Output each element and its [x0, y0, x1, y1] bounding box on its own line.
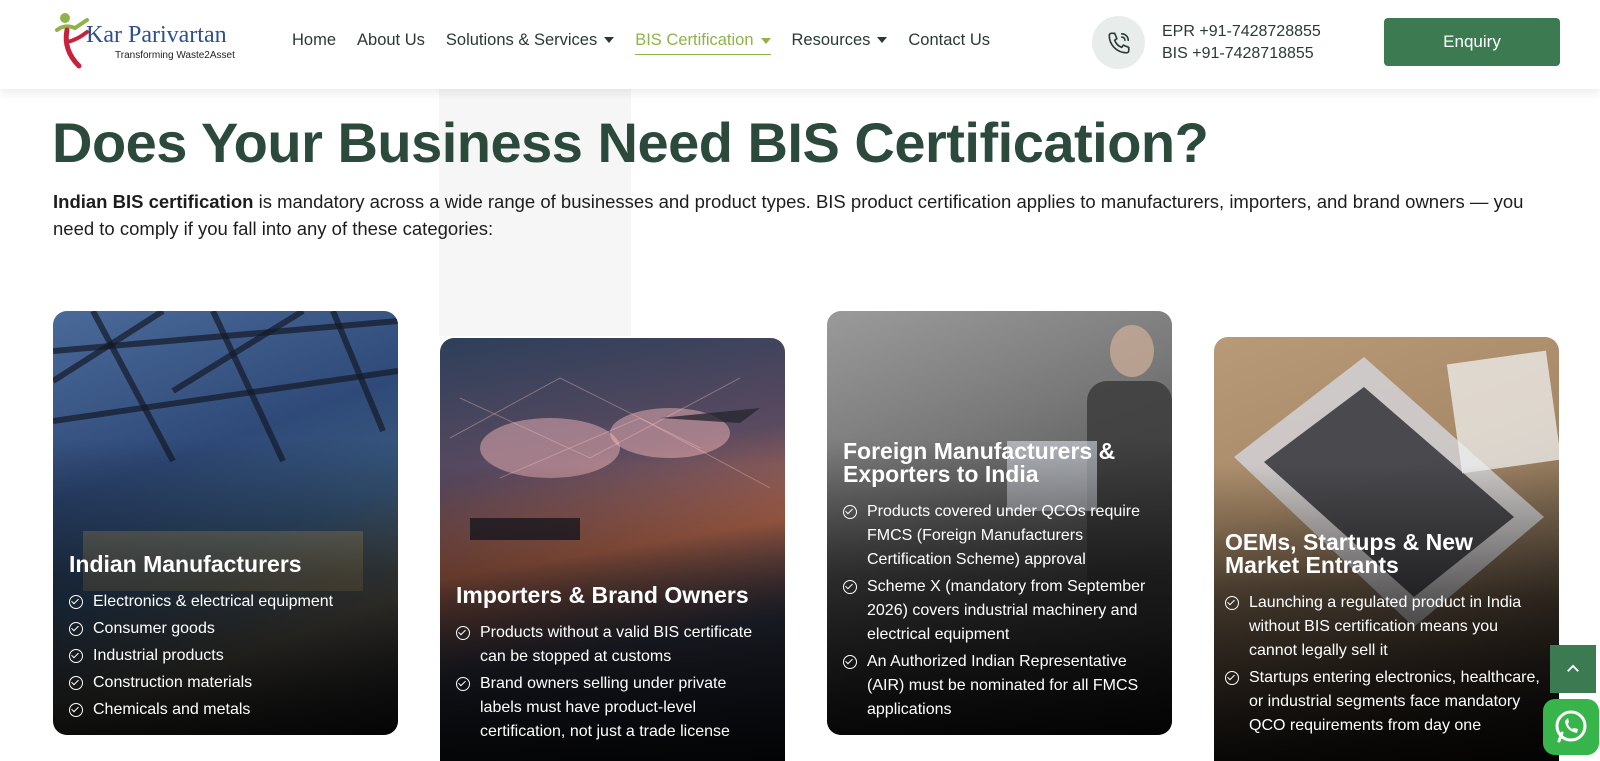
nav-bis-certification[interactable]: BIS Certification: [635, 31, 771, 55]
nav-resources-label: Resources: [791, 30, 871, 49]
logo-tagline: Transforming Waste2Asset: [115, 50, 235, 61]
intro-bold: Indian BIS certification: [53, 191, 254, 212]
list-item: Brand owners selling under private label…: [456, 672, 769, 744]
check-circle-icon: [843, 505, 857, 519]
scroll-to-top-button[interactable]: [1550, 645, 1596, 693]
check-circle-icon: [69, 703, 83, 717]
list-item: Chemicals and metals: [69, 698, 382, 722]
card-indian-manufacturers[interactable]: Indian Manufacturers Electronics & elect…: [53, 311, 398, 735]
card-foreign-manufacturers[interactable]: Foreign Manufacturers & Exporters to Ind…: [827, 311, 1172, 735]
list-item-text: Brand owners selling under private label…: [480, 675, 730, 740]
card-body: Indian Manufacturers Electronics & elect…: [53, 553, 398, 735]
enquiry-button[interactable]: Enquiry: [1384, 18, 1560, 66]
check-circle-icon: [456, 626, 470, 640]
check-circle-icon: [69, 622, 83, 636]
list-item-text: Products without a valid BIS certificate…: [480, 624, 753, 665]
list-item: Electronics & electrical equipment: [69, 590, 382, 614]
list-item: Products covered under QCOs require FMCS…: [843, 500, 1156, 572]
nav-contact-us[interactable]: Contact Us: [908, 31, 990, 52]
site-logo[interactable]: Kar Parivartan Transforming Waste2Asset: [53, 10, 235, 70]
phone-epr[interactable]: EPR +91-7428728855: [1162, 21, 1321, 43]
list-item-text: Products covered under QCOs require FMCS…: [867, 503, 1141, 568]
check-circle-icon: [1225, 671, 1239, 685]
list-item: An Authorized Indian Representative (AIR…: [843, 650, 1156, 722]
list-item: Construction materials: [69, 671, 382, 695]
nav-bis-certification-label: BIS Certification: [635, 31, 754, 49]
caret-down-icon: [877, 37, 888, 43]
check-circle-icon: [69, 595, 83, 609]
page-title: Does Your Business Need BIS Certificatio…: [52, 111, 1209, 174]
list-item-text: Electronics & electrical equipment: [93, 593, 334, 610]
list-item: Industrial products: [69, 644, 382, 668]
card-importers-brand-owners[interactable]: Importers & Brand Owners Products withou…: [440, 338, 785, 761]
list-item-text: Consumer goods: [93, 620, 215, 637]
check-circle-icon: [69, 676, 83, 690]
caret-down-icon: [604, 37, 615, 43]
site-header: Kar Parivartan Transforming Waste2Asset …: [0, 0, 1600, 89]
nav-solutions-services-label: Solutions & Services: [445, 30, 598, 49]
card-title: Importers & Brand Owners: [456, 582, 749, 608]
list-item-text: Scheme X (mandatory from September 2026)…: [867, 578, 1146, 643]
nav-solutions-services[interactable]: Solutions & Services: [445, 30, 615, 52]
list-item: Startups entering electronics, healthcar…: [1225, 666, 1549, 738]
list-item: Launching a regulated product in India w…: [1225, 591, 1549, 663]
card-title: Indian Manufacturers: [69, 551, 302, 577]
list-item: Scheme X (mandatory from September 2026)…: [843, 575, 1156, 647]
nav-resources[interactable]: Resources: [792, 31, 888, 52]
nav-about-us-label: About Us: [357, 30, 425, 49]
list-item-text: Chemicals and metals: [93, 701, 251, 718]
check-circle-icon: [1225, 596, 1239, 610]
intro-paragraph: Indian BIS certification is mandatory ac…: [53, 188, 1553, 242]
whatsapp-button[interactable]: [1543, 699, 1599, 755]
list-item-text: An Authorized Indian Representative (AIR…: [867, 653, 1139, 718]
list-item-text: Construction materials: [93, 674, 253, 691]
list-item: Consumer goods: [69, 617, 382, 641]
main-nav: Home About Us Solutions & Services BIS C…: [292, 0, 1011, 82]
list-item-text: Industrial products: [93, 647, 224, 664]
list-item-text: Launching a regulated product in India w…: [1249, 594, 1522, 659]
logo-name: Kar Parivartan: [86, 22, 227, 48]
card-list: Products covered under QCOs require FMCS…: [843, 500, 1156, 722]
card-title: Foreign Manufacturers & Exporters to Ind…: [843, 438, 1116, 487]
nav-contact-us-label: Contact Us: [908, 30, 991, 49]
intro-rest: is mandatory across a wide range of busi…: [53, 191, 1524, 239]
check-circle-icon: [69, 649, 83, 663]
card-body: Foreign Manufacturers & Exporters to Ind…: [827, 440, 1172, 735]
card-body: Importers & Brand Owners Products withou…: [440, 584, 785, 761]
caret-down-icon: [760, 37, 771, 44]
card-title: OEMs, Startups & New Market Entrants: [1225, 529, 1473, 578]
chevron-up-icon: [1567, 664, 1579, 672]
phone-numbers: EPR +91-7428728855 BIS +91-7428718855: [1162, 21, 1321, 65]
nav-about-us[interactable]: About Us: [357, 31, 425, 52]
check-circle-icon: [456, 677, 470, 691]
nav-home-label: Home: [292, 30, 337, 49]
check-circle-icon: [843, 580, 857, 594]
whatsapp-icon: [1555, 710, 1587, 743]
list-item: Products without a valid BIS certificate…: [456, 621, 769, 669]
card-list: Electronics & electrical equipment Consu…: [69, 590, 382, 722]
phone-icon[interactable]: [1092, 16, 1145, 69]
card-list: Products without a valid BIS certificate…: [456, 621, 769, 744]
list-item-text: Startups entering electronics, healthcar…: [1249, 669, 1540, 734]
card-list: Launching a regulated product in India w…: [1225, 591, 1549, 738]
nav-home[interactable]: Home: [292, 31, 336, 52]
card-body: OEMs, Startups & New Market Entrants Lau…: [1214, 531, 1559, 761]
check-circle-icon: [843, 655, 857, 669]
phone-bis[interactable]: BIS +91-7428718855: [1162, 43, 1321, 65]
card-oems-startups[interactable]: OEMs, Startups & New Market Entrants Lau…: [1214, 337, 1559, 761]
